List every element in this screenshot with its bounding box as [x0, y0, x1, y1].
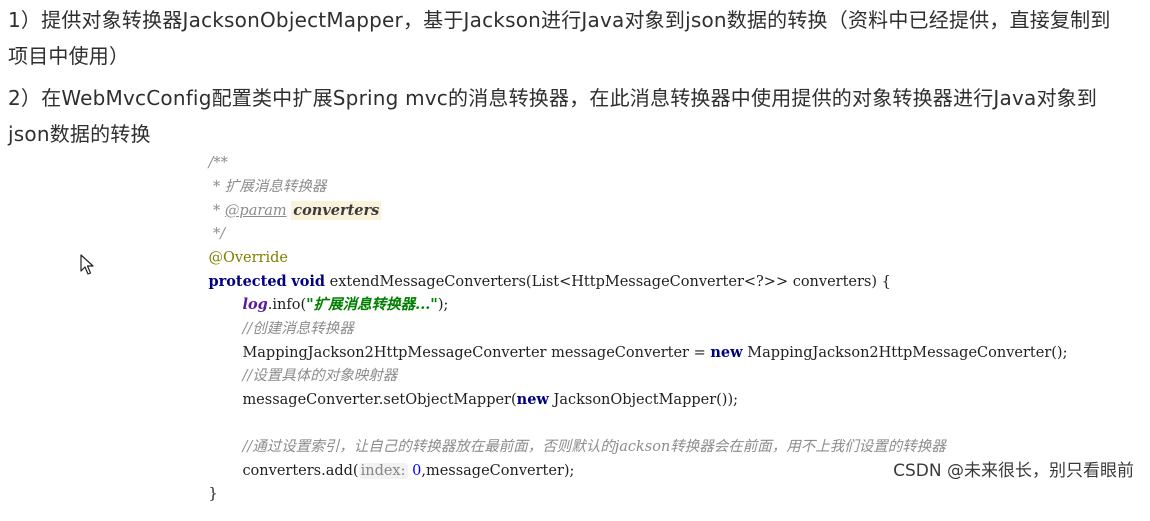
set-mapper-arg: JacksonObjectMapper());: [548, 392, 739, 408]
mouse-pointer-icon: [80, 254, 94, 275]
code-line: messageConverter.setObjectMapper(new Jac…: [224, 373, 738, 427]
code-block: /** * 扩展消息转换器 * @param converters */ @Ov…: [190, 130, 1090, 502]
add-call-close: ,messageConverter);: [421, 463, 575, 479]
index-value: 0: [412, 463, 422, 479]
add-call-open: converters.add(: [242, 463, 359, 479]
log-call-close: );: [437, 297, 449, 313]
keyword-new: new: [516, 391, 549, 408]
declaration-right: MappingJackson2HttpMessageConverter();: [742, 345, 1068, 361]
closing-brace: }: [208, 486, 218, 502]
set-mapper-call: messageConverter.setObjectMapper(: [242, 392, 517, 408]
watermark: CSDN @未来很长，别只看眼前: [893, 461, 1134, 481]
code-line: converters.add(index: 0,messageConverter…: [224, 444, 574, 498]
paragraph-1-line-1: 1）提供对象转换器JacksonObjectMapper，基于Jackson进行…: [8, 8, 1111, 32]
paragraph-2-line-1: 2）在WebMvcConfig配置类中扩展Spring mvc的消息转换器，在此…: [8, 86, 1098, 110]
keyword-new: new: [710, 344, 743, 361]
code-line: }: [190, 467, 218, 521]
parameter-hint-index: index:: [358, 463, 408, 479]
paragraph-2-line-2: json数据的转换: [8, 122, 151, 146]
doc-param-name: converters: [291, 201, 382, 220]
paragraph-1-line-2: 项目中使用）: [8, 44, 130, 68]
doc-param-tag: @param: [224, 203, 287, 219]
